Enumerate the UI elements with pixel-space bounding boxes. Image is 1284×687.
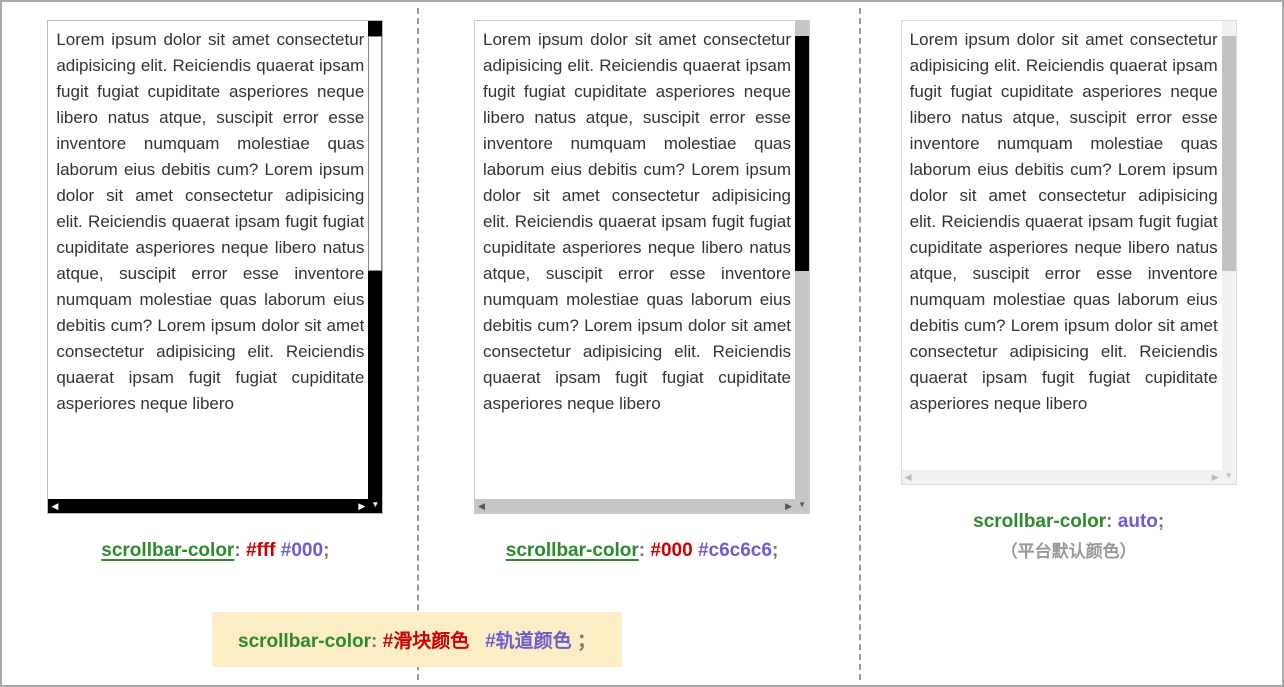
track-color: #c6c6c6	[698, 540, 772, 561]
scroll-right-icon[interactable]: ▶	[1212, 470, 1219, 484]
track-color: #000	[281, 540, 323, 561]
css-property: scrollbar-color	[973, 511, 1106, 532]
thumb-color: #fff	[246, 540, 276, 561]
caption-c-subtitle: （平台默认颜色）	[1001, 537, 1137, 562]
scroll-down-icon[interactable]: ▼	[371, 498, 379, 512]
scrollbar-thumb-vertical[interactable]	[368, 36, 382, 271]
demo-box-c: Lorem ipsum dolor sit amet consectetur a…	[901, 20, 1237, 485]
demo-box-b: Lorem ipsum dolor sit amet consectetur a…	[474, 20, 810, 514]
thumb-placeholder: #滑块颜色	[383, 631, 470, 652]
column-c: Lorem ipsum dolor sit amet consectetur a…	[855, 2, 1282, 562]
scrollbar-thumb-vertical[interactable]	[795, 36, 809, 271]
scroll-left-icon[interactable]: ◀	[478, 499, 485, 513]
track-placeholder: #轨道颜色	[485, 631, 572, 652]
caption-a: scrollbar-color: #fff #000;	[101, 540, 329, 562]
column-a: Lorem ipsum dolor sit amet consectetur a…	[2, 2, 429, 562]
scroll-right-icon[interactable]: ▶	[785, 499, 792, 513]
caption-c: scrollbar-color: auto;	[973, 511, 1164, 533]
demo-text-c: Lorem ipsum dolor sit amet consectetur a…	[910, 27, 1218, 466]
auto-value: auto	[1118, 511, 1158, 532]
columns: Lorem ipsum dolor sit amet consectetur a…	[2, 2, 1282, 562]
thumb-color: #000	[650, 540, 692, 561]
scrollbar-track-vertical[interactable]	[795, 21, 809, 499]
diagram-frame: Lorem ipsum dolor sit amet consectetur a…	[0, 0, 1284, 687]
scroll-down-icon[interactable]: ▼	[798, 498, 806, 512]
css-property: scrollbar-color	[506, 540, 639, 561]
scrollbar-track-vertical[interactable]	[368, 21, 382, 499]
demo-text-b: Lorem ipsum dolor sit amet consectetur a…	[483, 27, 791, 495]
scroll-right-icon[interactable]: ▶	[358, 499, 365, 513]
scrollbar-track-vertical[interactable]	[1222, 21, 1236, 470]
css-property: scrollbar-color	[101, 540, 234, 561]
caption-b: scrollbar-color: #000 #c6c6c6;	[506, 540, 779, 562]
scrollbar-track-horizontal[interactable]	[475, 499, 809, 513]
syntax-legend: scrollbar-color: #滑块颜色 #轨道颜色 ；	[212, 612, 622, 667]
scroll-left-icon[interactable]: ◀	[51, 499, 58, 513]
demo-text-a: Lorem ipsum dolor sit amet consectetur a…	[56, 27, 364, 495]
demo-box-a: Lorem ipsum dolor sit amet consectetur a…	[47, 20, 383, 514]
scrollbar-thumb-vertical[interactable]	[1222, 36, 1236, 271]
scroll-left-icon[interactable]: ◀	[905, 470, 912, 484]
scrollbar-track-horizontal[interactable]	[902, 470, 1236, 484]
scroll-down-icon[interactable]: ▼	[1225, 469, 1233, 483]
scrollbar-track-horizontal[interactable]	[48, 499, 382, 513]
css-property: scrollbar-color	[238, 631, 371, 652]
column-b: Lorem ipsum dolor sit amet consectetur a…	[429, 2, 856, 562]
